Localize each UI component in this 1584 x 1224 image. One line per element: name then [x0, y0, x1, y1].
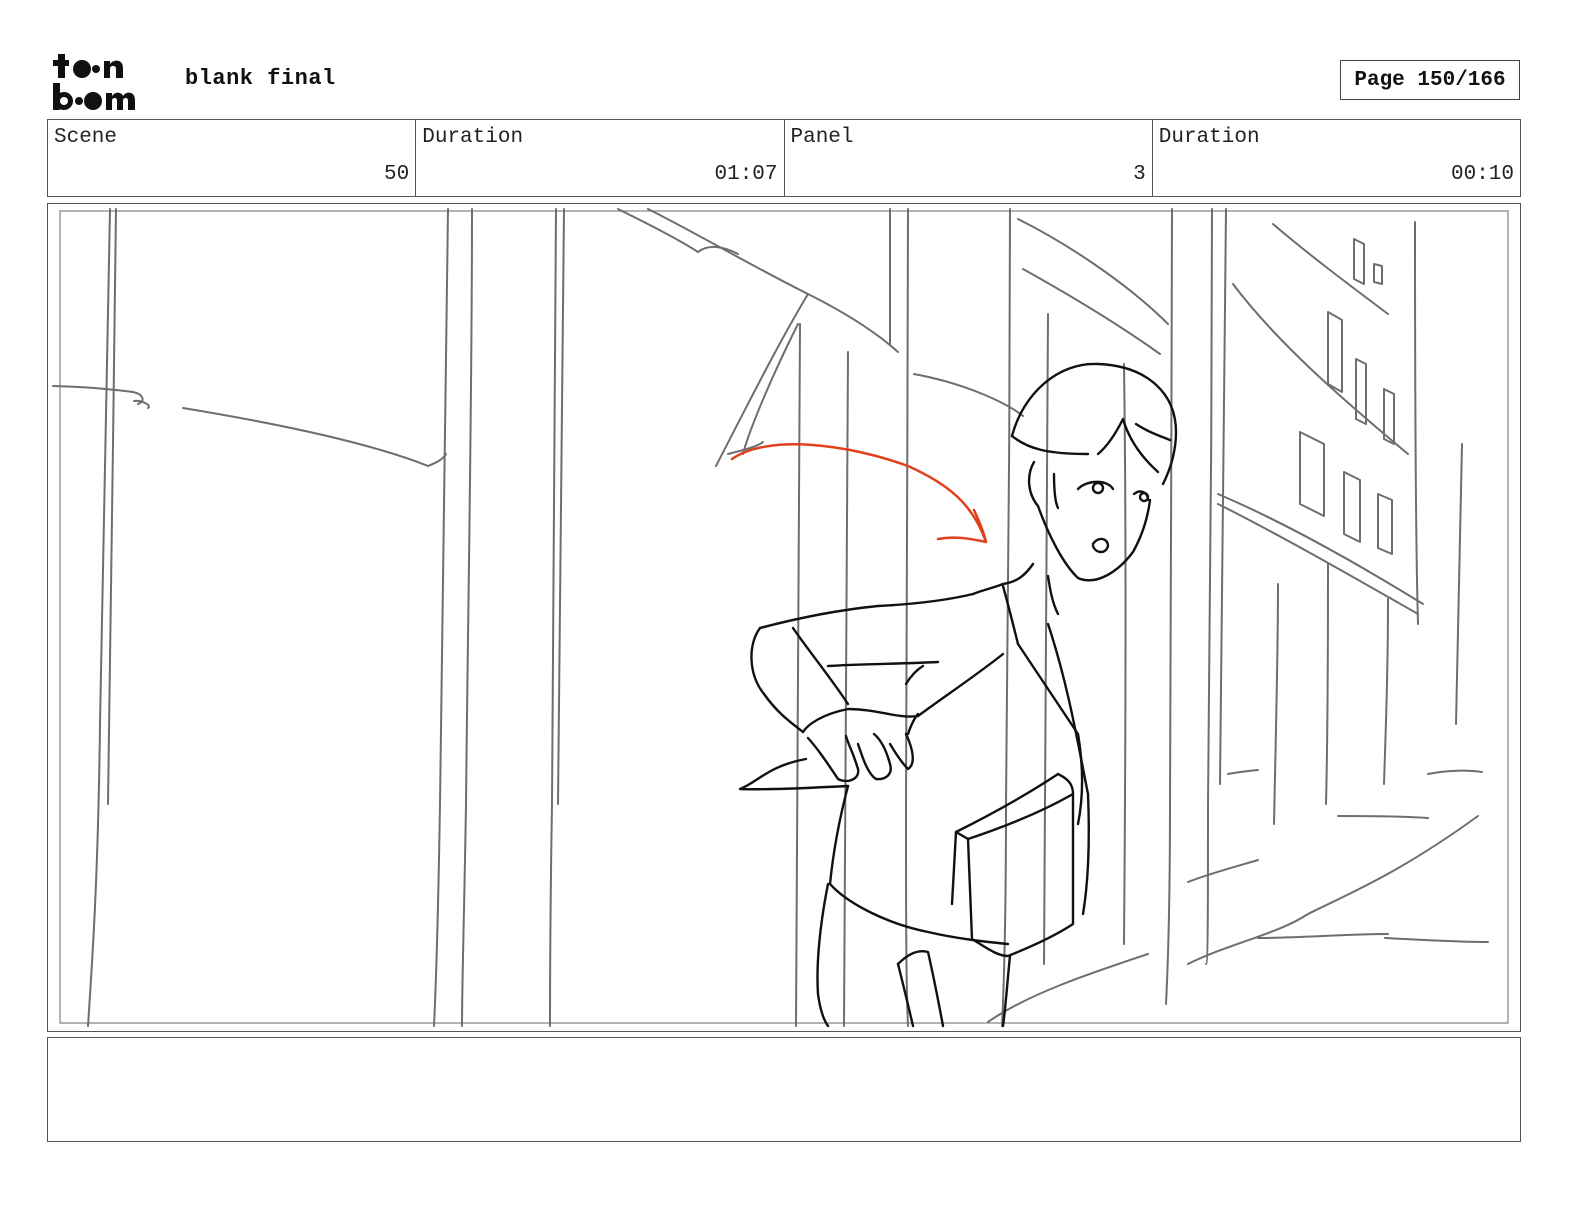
page-indicator: Page 150/166 — [1340, 60, 1520, 100]
panel-notes-box[interactable] — [47, 1037, 1521, 1142]
scene-label: Scene — [54, 126, 118, 149]
panel-info-row: Scene 50 Duration 01:07 Panel 3 Duration… — [47, 119, 1521, 197]
scene-duration-cell: Duration 01:07 — [416, 120, 785, 196]
panel-duration-label: Duration — [1158, 126, 1260, 149]
background-sketch — [52, 208, 1489, 1027]
panel-duration-value: 00:10 — [1450, 163, 1514, 186]
scene-value: 50 — [384, 163, 410, 186]
scene-duration-label: Duration — [422, 126, 524, 149]
panel-value: 3 — [1133, 163, 1146, 186]
motion-arrow-icon — [730, 443, 988, 544]
panel-label: Panel — [790, 126, 854, 149]
character-sketch — [738, 362, 1178, 1028]
project-title: blank final — [185, 66, 336, 91]
panel-sketch — [52, 208, 1509, 1028]
scene-duration-value: 01:07 — [714, 163, 778, 186]
panel-duration-cell: Duration 00:10 — [1153, 120, 1520, 196]
safe-frame — [59, 210, 1509, 1024]
toon-boom-logo — [52, 52, 164, 112]
scene-cell: Scene 50 — [48, 120, 417, 196]
panel-cell: Panel 3 — [785, 120, 1153, 196]
storyboard-panel — [47, 203, 1521, 1032]
